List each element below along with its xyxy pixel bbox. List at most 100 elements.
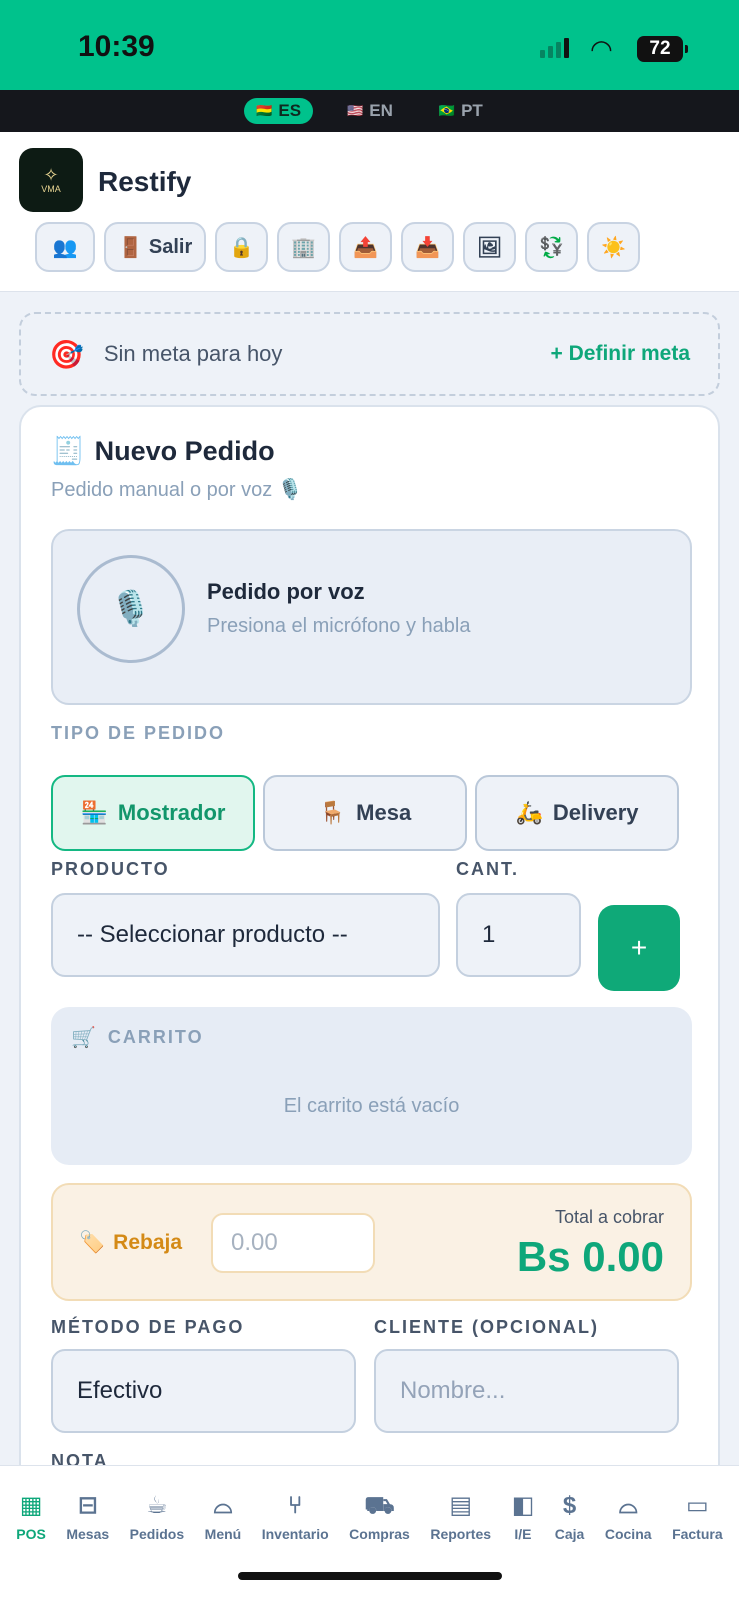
nav-reports[interactable]: ▤ Reportes <box>430 1492 491 1600</box>
nav-label: Caja <box>554 1526 585 1542</box>
nav-menu[interactable]: ⌓ Menú <box>205 1492 242 1600</box>
nav-cash[interactable]: $ Caja <box>555 1492 585 1600</box>
signal-icon <box>540 38 569 58</box>
lang-code: EN <box>369 101 393 120</box>
type-delivery-button[interactable]: 🛵 Delivery <box>475 775 679 851</box>
payment-method-select[interactable]: Efectivo <box>51 1349 356 1433</box>
cart-icon: ⛟ <box>364 1492 395 1519</box>
discount-input[interactable]: 0.00 <box>211 1213 375 1273</box>
lock-button[interactable]: 🔒 <box>215 222 269 272</box>
client-name-input[interactable]: Nombre... <box>374 1349 679 1433</box>
calendar-icon: ▦ <box>19 1492 43 1519</box>
users-button[interactable]: 👥 <box>35 222 95 272</box>
nav-label: Compras <box>349 1526 410 1542</box>
add-product-button[interactable]: + <box>598 905 680 991</box>
app-logo: ✧ VMA <box>19 148 83 212</box>
type-label: Mostrador <box>117 800 226 825</box>
status-bar: 10:39 ◠ 72 <box>0 0 739 90</box>
goal-text: Sin meta para hoy <box>103 341 283 366</box>
lang-code: PT <box>461 101 483 120</box>
nav-pos[interactable]: ▦ POS <box>16 1492 46 1600</box>
image-button[interactable]: 🖼 <box>462 222 517 272</box>
wifi-icon: ◠ <box>590 34 613 64</box>
cart-label: CARRITO <box>107 1027 204 1047</box>
nav-orders[interactable]: ☕ Pedidos <box>130 1492 184 1600</box>
nav-label: I/E <box>514 1526 532 1542</box>
wallet-icon: ◧ <box>511 1492 535 1519</box>
nav-label: Mesas <box>66 1526 110 1542</box>
order-type-label: TIPO DE PEDIDO <box>51 723 226 743</box>
dish-icon: ⌓ <box>213 1492 233 1519</box>
exit-label: Salir <box>148 235 193 258</box>
utensils-icon: ⑂ <box>287 1492 303 1519</box>
microphone-button[interactable]: 🎙️ <box>77 555 185 663</box>
new-order-card: 🧾 Nuevo Pedido Pedido manual o por voz 🎙️… <box>19 405 720 1515</box>
discount-label: 🏷️ Rebaja <box>79 1231 182 1255</box>
card-subtitle: Pedido manual o por voz 🎙️ <box>51 477 303 502</box>
exit-button[interactable]: 🚪 Salir <box>104 222 207 272</box>
dish-icon: ⌓ <box>618 1492 638 1519</box>
cart-header: 🛒 CARRITO <box>71 1025 204 1050</box>
users-icon: 👥 <box>52 236 78 259</box>
logo-text: VMA <box>41 184 61 194</box>
define-goal-link[interactable]: + Definir meta <box>551 342 690 366</box>
picture-icon: 🖼 <box>476 236 503 259</box>
dollar-icon: $ <box>562 1492 577 1519</box>
nav-kitchen[interactable]: ⌓ Cocina <box>605 1492 652 1600</box>
studio-microphone-icon: 🎙️ <box>109 590 153 628</box>
lang-pt[interactable]: 🇧🇷 PT <box>427 98 495 124</box>
lang-en[interactable]: 🇺🇸 EN <box>335 98 405 124</box>
coffee-icon: ☕ <box>146 1492 168 1519</box>
nav-label: Cocina <box>604 1526 652 1542</box>
nav-label: Pedidos <box>129 1526 185 1542</box>
lock-icon: 🔒 <box>229 236 255 259</box>
product-label: PRODUCTO <box>51 859 170 879</box>
store-icon: 🏪 <box>80 800 108 825</box>
nav-tables[interactable]: ⊟ Mesas <box>66 1492 109 1600</box>
total-label: Total a cobrar <box>554 1207 664 1227</box>
battery-level: 72 <box>649 38 671 59</box>
total-amount: Bs 0.00 <box>516 1233 664 1280</box>
quantity-input[interactable]: 1 <box>456 893 581 977</box>
nav-purchases[interactable]: ⛟ Compras <box>349 1492 410 1600</box>
nav-label: POS <box>16 1526 46 1542</box>
theme-button[interactable]: ☀️ <box>587 222 641 272</box>
chair-icon: 🪑 <box>318 800 347 825</box>
voice-order-panel: 🎙️ Pedido por voz Presiona el micrófono … <box>51 529 692 705</box>
export-button[interactable]: 📤 <box>339 222 392 272</box>
total-panel: 🏷️ Rebaja 0.00 Total a cobrar Bs 0.00 <box>51 1183 692 1301</box>
bolivia-flag-icon: 🇧🇴 <box>256 103 273 118</box>
app-header: ✧ VMA Restify 👥 🚪 Salir 🔒 🏢 📤 📥 🖼 💱 ☀️ <box>0 132 739 292</box>
nav-label: Menú <box>204 1526 242 1542</box>
nav-inventory[interactable]: ⑂ Inventario <box>262 1492 329 1600</box>
toolbar: 👥 🚪 Salir 🔒 🏢 📤 📥 🖼 💱 ☀️ <box>35 222 641 272</box>
voice-order-title: Pedido por voz <box>207 579 365 604</box>
daily-goal-banner: 🎯 Sin meta para hoy + Definir meta <box>19 312 720 396</box>
lang-es[interactable]: 🇧🇴 ES <box>244 98 314 124</box>
import-button[interactable]: 📥 <box>400 222 454 272</box>
quantity-label: CANT. <box>456 859 519 879</box>
type-table-button[interactable]: 🪑 Mesa <box>263 775 467 851</box>
app-name: Restify <box>98 166 192 197</box>
receipt-icon: 🧾 <box>51 436 85 466</box>
client-label: CLIENTE (OPCIONAL) <box>374 1317 599 1337</box>
lang-code: ES <box>278 101 302 120</box>
type-counter-button[interactable]: 🏪 Mostrador <box>51 775 255 851</box>
nav-income-expense[interactable]: ◧ I/E <box>512 1492 535 1600</box>
product-select[interactable]: -- Seleccionar producto -- <box>51 893 440 977</box>
cart-panel: 🛒 CARRITO El carrito está vacío <box>51 1007 692 1165</box>
card-title: 🧾 Nuevo Pedido <box>51 435 275 467</box>
type-label: Mesa <box>356 800 412 825</box>
clock: 10:39 <box>78 30 155 63</box>
credit-card-icon: ▭ <box>686 1492 709 1519</box>
language-switcher: 🇧🇴 ES 🇺🇸 EN 🇧🇷 PT <box>0 90 739 132</box>
currency-button[interactable]: 💱 <box>525 222 579 272</box>
document-icon: ▤ <box>449 1492 473 1519</box>
door-icon: 🚪 <box>118 236 143 259</box>
usa-flag-icon: 🇺🇸 <box>347 103 364 118</box>
discount-label-text: Rebaja <box>113 1231 183 1254</box>
building-button[interactable]: 🏢 <box>277 222 331 272</box>
nav-invoice[interactable]: ▭ Factura <box>672 1492 723 1600</box>
type-label: Delivery <box>552 800 639 825</box>
scooter-icon: 🛵 <box>515 800 543 825</box>
